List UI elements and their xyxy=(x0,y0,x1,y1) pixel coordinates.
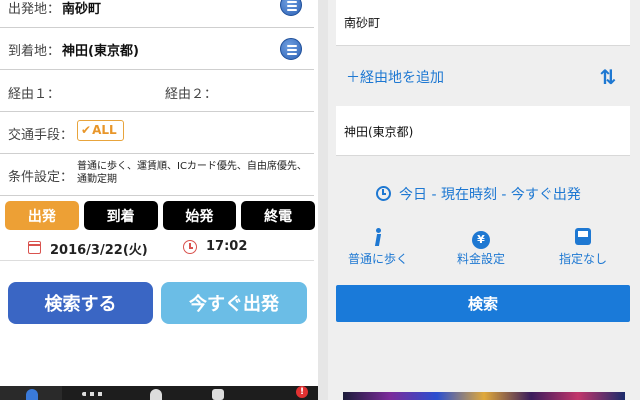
arrival-value[interactable]: 神田(東京都) xyxy=(62,40,139,59)
right-departure-field[interactable]: 南砂町 xyxy=(336,0,630,46)
walk-icon xyxy=(371,228,385,246)
alert-icon[interactable]: ! xyxy=(296,386,308,398)
via-row: 経由１： 経由２： xyxy=(0,70,314,112)
clock-icon[interactable] xyxy=(183,240,197,254)
walk-option-label: 普通に歩く xyxy=(347,252,408,266)
conditions-row[interactable]: 条件設定： 普通に歩く、運賃順、ICカード優先、自由席優先、通勤定期 xyxy=(0,154,314,196)
when-selector[interactable]: 今日 - 現在時刻 - 今すぐ出発 xyxy=(376,184,581,204)
history-icon[interactable] xyxy=(212,389,224,400)
pin-icon[interactable] xyxy=(150,389,162,400)
check-icon: ✔ xyxy=(81,123,92,137)
conditions-label: 条件設定： xyxy=(8,170,74,185)
transport-label: 交通手段： xyxy=(8,128,74,143)
departure-value[interactable]: 南砂町 xyxy=(62,0,101,17)
calendar-icon[interactable] xyxy=(28,241,41,254)
ad-banner[interactable] xyxy=(343,392,625,400)
walk-option[interactable]: 普通に歩く xyxy=(333,228,423,267)
depart-now-button[interactable]: 今すぐ出発 xyxy=(161,282,307,324)
transport-all-badge[interactable]: ✔ALL xyxy=(77,120,124,141)
right-departure-value: 南砂町 xyxy=(344,16,381,30)
mode-depart-button[interactable]: 出発 xyxy=(5,201,79,230)
via2-label[interactable]: 経由２： xyxy=(165,83,217,102)
swap-icon[interactable]: ⇅ xyxy=(596,64,620,90)
via1-label[interactable]: 経由１： xyxy=(8,83,60,102)
fare-option-label: 料金設定 xyxy=(456,252,505,266)
right-search-button[interactable]: 検索 xyxy=(336,285,630,322)
bus-option-label: 指定なし xyxy=(558,252,607,266)
time-value[interactable]: 17:02 xyxy=(206,239,247,254)
clock-icon xyxy=(376,186,391,201)
mode-first-train-button[interactable]: 始発 xyxy=(162,201,237,230)
more-icon[interactable] xyxy=(82,392,104,396)
departure-menu-icon[interactable] xyxy=(280,0,302,16)
bottom-nav: ! xyxy=(0,386,318,400)
bus-option[interactable]: 指定なし xyxy=(538,228,628,267)
datetime-row: 2016/3/22(火) 17:02 xyxy=(0,233,314,261)
search-button[interactable]: 検索する xyxy=(8,282,153,324)
panel-divider xyxy=(318,0,328,400)
arrival-menu-icon[interactable] xyxy=(280,38,302,60)
date-value[interactable]: 2016/3/22(火) xyxy=(50,239,148,258)
departure-row[interactable]: 出発地： 南砂町 xyxy=(0,0,314,28)
yen-icon: ¥ xyxy=(472,231,490,249)
right-panel: 南砂町 ＋経由地を追加 ⇅ 神田(東京都) 今日 - 現在時刻 - 今すぐ出発 … xyxy=(328,0,640,400)
arrival-label: 到着地： xyxy=(8,44,61,59)
transport-all-text: ALL xyxy=(92,123,117,137)
mode-tabs: 出発 到着 始発 終電 xyxy=(5,201,315,231)
right-arrival-field[interactable]: 神田(東京都) xyxy=(336,106,630,156)
add-via-link[interactable]: ＋経由地を追加 xyxy=(346,67,444,87)
arrival-row[interactable]: 到着地： 神田(東京都) xyxy=(0,28,314,70)
bus-icon xyxy=(575,228,591,245)
gear-icon[interactable] xyxy=(26,389,38,400)
fare-option[interactable]: ¥ 料金設定 xyxy=(436,228,526,267)
transport-row[interactable]: 交通手段： ✔ALL xyxy=(0,112,314,154)
mode-arrive-button[interactable]: 到着 xyxy=(83,201,158,230)
right-arrival-value: 神田(東京都) xyxy=(344,125,414,139)
left-panel: 出発地： 南砂町 到着地： 神田(東京都) 経由１： 経由２： 交通手段： ✔A… xyxy=(0,0,318,400)
departure-label: 出発地： xyxy=(8,2,61,17)
when-text: 今日 - 現在時刻 - 今すぐ出発 xyxy=(399,187,581,203)
conditions-value: 普通に歩く、運賃順、ICカード優先、自由席優先、通勤定期 xyxy=(77,161,307,185)
mode-last-train-button[interactable]: 終電 xyxy=(241,201,315,230)
